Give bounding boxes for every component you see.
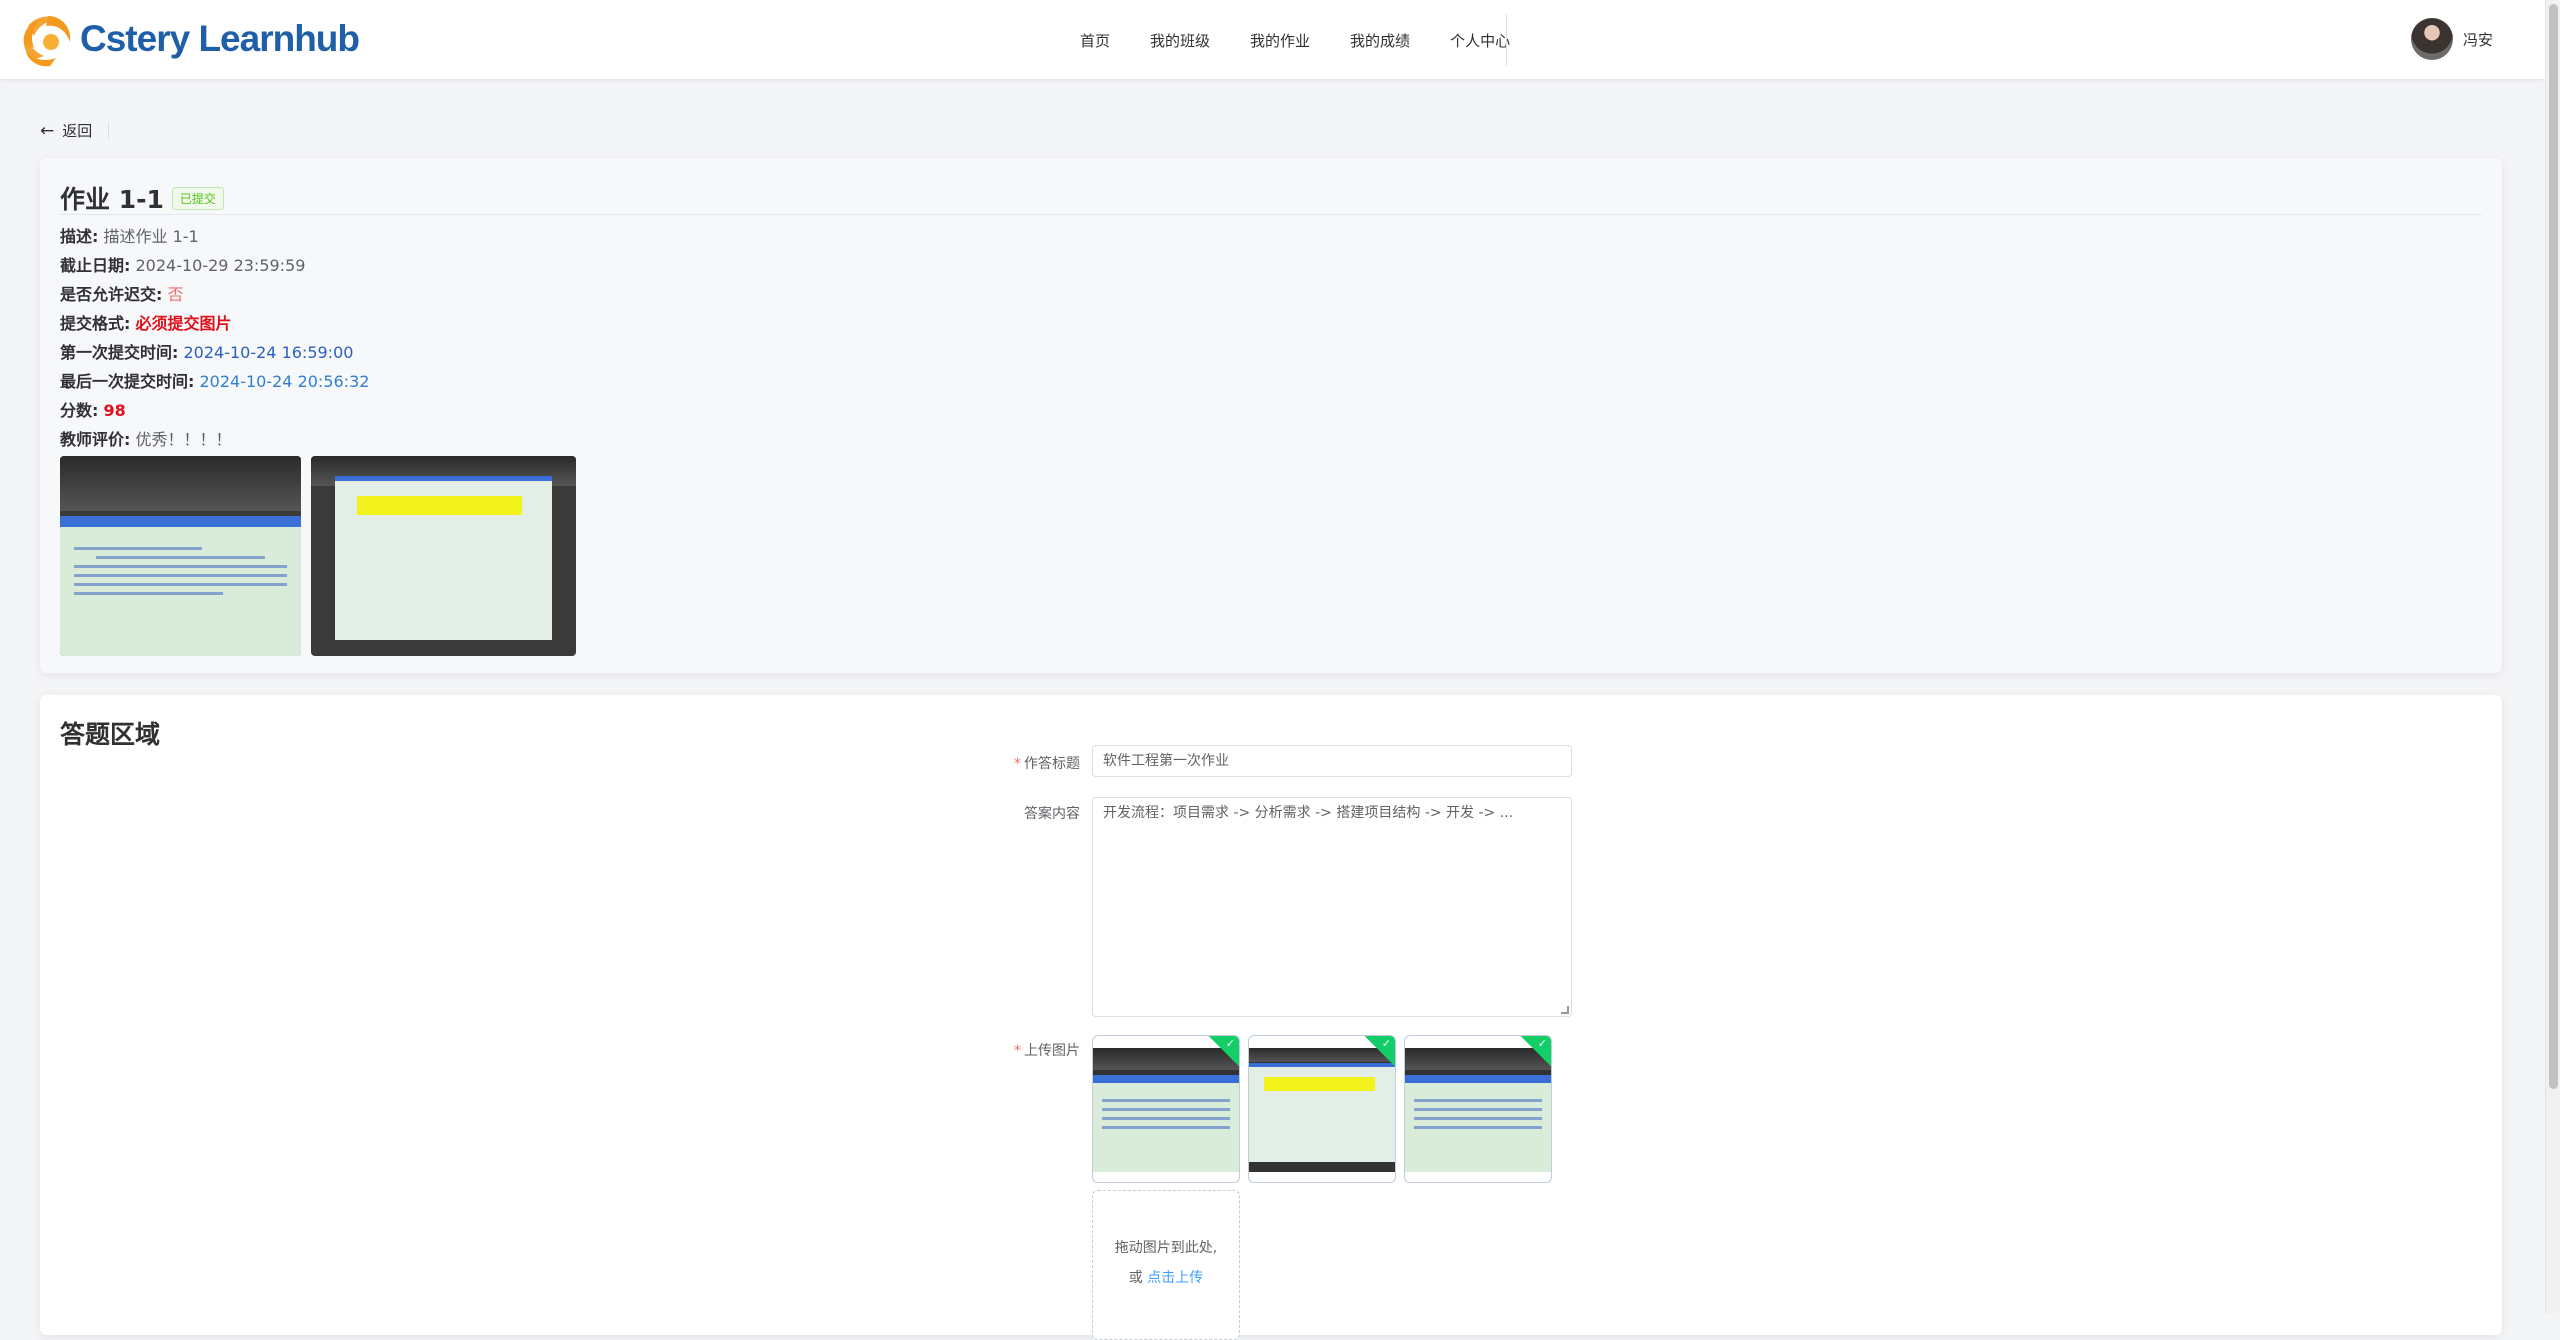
back-divider — [108, 122, 109, 140]
assignment-info-card: 作业 1-1 已提交 描述: 描述作业 1-1 截止日期: 2024-10-29… — [40, 158, 2502, 673]
image-upload-dropzone[interactable]: 拖动图片到此处, 或 点击上传 — [1092, 1190, 1240, 1340]
back-button[interactable]: ← 返回 — [40, 120, 92, 141]
page-scrollbar[interactable] — [2545, 0, 2560, 1313]
logo[interactable]: Cstery Learnhub — [18, 6, 360, 72]
status-badge: 已提交 — [171, 186, 224, 210]
required-mark: * — [1014, 756, 1021, 772]
info-first-submit: 第一次提交时间: 2024-10-24 16:59:00 — [60, 343, 354, 362]
info-allow-late: 是否允许迟交: 否 — [60, 285, 184, 304]
info-submit-format: 提交格式: 必须提交图片 — [60, 314, 232, 333]
drop-or: 或 — [1128, 1270, 1143, 1286]
scroll-thumb[interactable] — [2549, 4, 2558, 1089]
back-label: 返回 — [62, 122, 93, 140]
upload-label: * 上传图片 — [1014, 1043, 1080, 1059]
avatar[interactable] — [2410, 18, 2453, 60]
resize-handle-icon[interactable] — [1561, 1006, 1569, 1014]
nav-my-classes[interactable]: 我的班级 — [1130, 30, 1230, 51]
info-teacher-comment: 教师评价: 优秀！！！！ — [60, 430, 232, 449]
nav-profile[interactable]: 个人中心 — [1430, 30, 1530, 51]
info-last-submit: 最后一次提交时间: 2024-10-24 20:56:32 — [60, 372, 370, 391]
section-title: 答题区域 — [60, 720, 161, 749]
uploaded-image[interactable]: ✓ — [1092, 1035, 1240, 1183]
answer-content-textarea[interactable]: 开发流程：项目需求 -> 分析需求 -> 搭建项目结构 -> 开发 -> ... — [1092, 797, 1572, 1017]
user-name: 冯安 — [2462, 30, 2493, 49]
answer-title-label: * 作答标题 — [1014, 756, 1080, 772]
nav-home[interactable]: 首页 — [1060, 30, 1130, 51]
assignment-details: 描述: 描述作业 1-1 截止日期: 2024-10-29 23:59:59 是… — [60, 222, 369, 454]
uploaded-image[interactable]: ✓ — [1404, 1035, 1552, 1183]
nav-my-grades[interactable]: 我的成绩 — [1330, 30, 1430, 51]
sun-logo-icon — [23, 16, 71, 67]
logo-text: Cstery Learnhub — [80, 18, 360, 59]
answer-content-label: 答案内容 — [1024, 806, 1080, 822]
answer-content-text: 开发流程：项目需求 -> 分析需求 -> 搭建项目结构 -> 开发 -> ... — [1103, 805, 1514, 821]
main-nav: 首页 我的班级 我的作业 我的成绩 个人中心 — [1060, 0, 1530, 80]
uploaded-image-list: ✓ ✓ ✓ — [1092, 1035, 1560, 1183]
nav-my-assignments[interactable]: 我的作业 — [1230, 30, 1330, 51]
required-mark: * — [1014, 1043, 1021, 1059]
title-divider — [60, 214, 2482, 215]
check-icon: ✓ — [1225, 1037, 1235, 1050]
submitted-images — [60, 456, 586, 656]
info-due-date: 截止日期: 2024-10-29 23:59:59 — [60, 256, 306, 275]
uploaded-image[interactable]: ✓ — [1248, 1035, 1396, 1183]
user-menu[interactable]: 冯安 — [2410, 18, 2493, 60]
drop-hint: 拖动图片到此处, — [1114, 1240, 1218, 1256]
top-header: Cstery Learnhub 首页 我的班级 我的作业 我的成绩 个人中心 冯… — [0, 0, 2545, 80]
click-upload-link[interactable]: 点击上传 — [1147, 1270, 1203, 1286]
arrow-left-icon: ← — [40, 120, 55, 141]
answer-title-input[interactable]: 软件工程第一次作业 — [1092, 745, 1572, 777]
nav-divider — [1506, 14, 1507, 66]
submitted-image-thumb[interactable] — [60, 456, 301, 656]
answer-area-card: 答题区域 * 作答标题 软件工程第一次作业 答案内容 开发流程：项目需求 -> 分… — [40, 695, 2502, 1340]
info-description: 描述: 描述作业 1-1 — [60, 227, 199, 246]
info-score: 分数: 98 — [60, 401, 126, 420]
assignment-title: 作业 1-1 — [60, 185, 164, 214]
check-icon: ✓ — [1537, 1037, 1547, 1050]
submitted-image-thumb[interactable] — [311, 456, 576, 656]
check-icon: ✓ — [1381, 1037, 1391, 1050]
